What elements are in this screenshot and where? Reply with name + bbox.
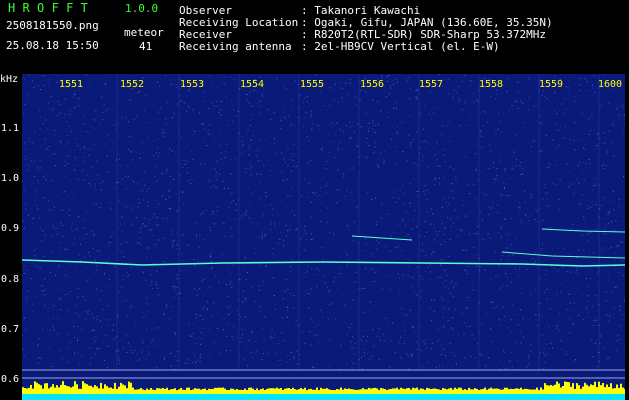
x-tick-label: 1557 [419, 79, 444, 90]
y-tick-label: 0.7 [1, 324, 20, 335]
y-tick-label: 0.6 [1, 374, 20, 385]
app-name: HROFFT [8, 1, 96, 15]
meteor-label: meteor [124, 26, 164, 39]
y-tick-label: 1.0 [1, 173, 20, 184]
filename-label: 2508181550.png [6, 19, 99, 32]
x-tick-label: 1558 [479, 79, 504, 90]
y-tick-label: 0.8 [1, 274, 20, 285]
frequency-axis: 1.1 1.0 0.9 0.8 0.7 0.6 [0, 72, 22, 400]
x-tick-label: 1556 [360, 79, 385, 90]
x-tick-label: 1553 [180, 79, 205, 90]
x-tick-label: 1554 [240, 79, 265, 90]
x-tick-label: 1555 [300, 79, 325, 90]
info-value-antenna: : 2el-HB9CV Vertical (el. E-W) [301, 40, 500, 53]
x-tick-label: 1600 [598, 79, 623, 90]
spectrogram-background [22, 74, 625, 400]
spectrogram-panel [22, 74, 625, 400]
app-version: 1.0.0 [125, 2, 159, 15]
x-tick-label: 1552 [120, 79, 145, 90]
y-tick-label: 1.1 [1, 123, 20, 134]
frequency-unit-label: kHz [0, 74, 19, 85]
spectrogram-canvas [22, 74, 625, 400]
y-tick-label: 0.9 [1, 223, 20, 234]
x-tick-label: 1559 [539, 79, 564, 90]
meteor-count: 41 [139, 40, 153, 53]
datetime-label: 25.08.18 15:50 [6, 39, 99, 52]
info-key-antenna: Receiving antenna [179, 40, 292, 53]
x-tick-label: 1551 [59, 79, 84, 90]
header-panel: HROFFT 1.0.0 2508181550.png 25.08.18 15:… [0, 0, 629, 72]
